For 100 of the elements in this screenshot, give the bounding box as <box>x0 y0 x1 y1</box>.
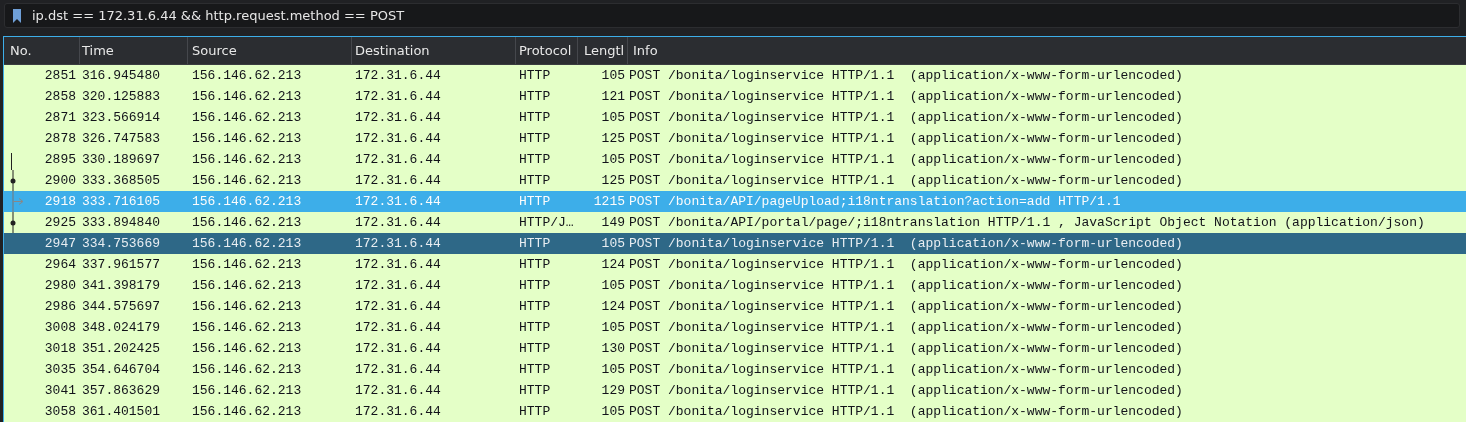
table-cell-text: 156.146.62.213 <box>191 277 303 295</box>
table-cell-text: 125 <box>600 172 626 190</box>
table-cell-text: HTTP <box>518 319 552 337</box>
table-cell-text: 348.024179 <box>81 319 161 337</box>
packet-row[interactable]: 2871 323.566914 156.146.62.213 172.31.6.44 HTTP 105 POST /bonita/loginservice HTTP/1.1 (application/x-www-form-urlencoded) <box>4 107 1466 128</box>
column-header[interactable]: Time <box>80 37 188 64</box>
table-cell-text: 172.31.6.44 <box>354 88 442 106</box>
column-header[interactable]: Destination <box>352 37 516 64</box>
table-cell-text: POST /bonita/loginservice HTTP/1.1 (application/x-www-form-urlencoded) <box>628 109 1184 127</box>
table-cell-text: 130 <box>600 340 626 358</box>
table-cell-text: 156.146.62.213 <box>191 340 303 358</box>
table-cell-text: HTTP <box>518 340 552 358</box>
column-header[interactable]: Protocol <box>516 37 578 64</box>
packet-row[interactable]: 3018 351.202425 156.146.62.213 172.31.6.44 HTTP 130 POST /bonita/loginservice HTTP/1.1 (application/x-www-form-urlencoded) <box>4 338 1466 359</box>
table-cell-text: 156.146.62.213 <box>191 403 303 421</box>
table-cell-text: 129 <box>600 382 626 400</box>
packet-row[interactable]: 2980 341.398179 156.146.62.213 172.31.6.44 HTTP 105 POST /bonita/loginservice HTTP/1.1 (application/x-www-form-urlencoded) <box>4 275 1466 296</box>
table-cell-text: 337.961577 <box>81 256 161 274</box>
table-cell-text: POST /bonita/API/portal/page/;i18ntranslation HTTP/1.1 , JavaScript Object Notation (application/json) <box>628 214 1426 232</box>
table-cell-text: 156.146.62.213 <box>191 88 303 106</box>
table-cell-text: 3035 <box>43 361 77 379</box>
table-cell-text: 2871 <box>43 109 77 127</box>
table-cell-text: 105 <box>600 319 626 337</box>
table-cell-text: POST /bonita/loginservice HTTP/1.1 (application/x-www-form-urlencoded) <box>628 88 1184 106</box>
table-cell-text: 172.31.6.44 <box>354 235 442 253</box>
packet-row[interactable]: 3035 354.646704 156.146.62.213 172.31.6.44 HTTP 105 POST /bonita/loginservice HTTP/1.1 (application/x-www-form-urlencoded) <box>4 359 1466 380</box>
table-cell-text: POST /bonita/loginservice HTTP/1.1 (application/x-www-form-urlencoded) <box>628 130 1184 148</box>
table-cell-text: 2900 <box>43 172 77 190</box>
column-header[interactable]: Lengtl <box>578 37 628 64</box>
table-cell-text: 172.31.6.44 <box>354 319 442 337</box>
table-cell-text: 156.146.62.213 <box>191 298 303 316</box>
packet-row[interactable]: 2925 333.894840 156.146.62.213 172.31.6.44 HTTP/J… 149 POST /bonita/API/portal/page/;i18ntranslation HTTP/1.1 , JavaScript Object Notation (application/json) <box>4 212 1466 233</box>
packet-row[interactable]: 2858 320.125883 156.146.62.213 172.31.6.44 HTTP 121 POST /bonita/loginservice HTTP/1.1 (application/x-www-form-urlencoded) <box>4 86 1466 107</box>
column-header[interactable]: No. <box>4 37 80 64</box>
table-cell-text: 105 <box>600 361 626 379</box>
table-cell-text: 156.146.62.213 <box>191 109 303 127</box>
packet-row[interactable]: 2964 337.961577 156.146.62.213 172.31.6.44 HTTP 124 POST /bonita/loginservice HTTP/1.1 (application/x-www-form-urlencoded) <box>4 254 1466 275</box>
table-cell-text: 156.146.62.213 <box>191 235 303 253</box>
table-cell-text: 334.753669 <box>81 235 161 253</box>
table-cell-text: HTTP <box>518 88 552 106</box>
table-cell-text: POST /bonita/loginservice HTTP/1.1 (application/x-www-form-urlencoded) <box>628 340 1184 358</box>
table-cell-text: POST /bonita/loginservice HTTP/1.1 (application/x-www-form-urlencoded) <box>628 67 1184 85</box>
packet-row[interactable]: 2851 316.945480 156.146.62.213 172.31.6.44 HTTP 105 POST /bonita/loginservice HTTP/1.1 (application/x-www-form-urlencoded) <box>4 65 1466 86</box>
table-cell-text: 3041 <box>43 382 77 400</box>
table-cell-text: 172.31.6.44 <box>354 130 442 148</box>
table-cell-text: POST /bonita/API/pageUpload;i18ntranslation?action=add HTTP/1.1 <box>628 193 1122 211</box>
table-cell-text: 2895 <box>43 151 77 169</box>
table-cell-text: 333.894840 <box>81 214 161 232</box>
table-cell-text: HTTP <box>518 277 552 295</box>
table-cell-text: HTTP <box>518 67 552 85</box>
table-cell-text: HTTP <box>518 235 552 253</box>
table-cell-text: 333.368505 <box>81 172 161 190</box>
packet-row[interactable]: 2878 326.747583 156.146.62.213 172.31.6.44 HTTP 125 POST /bonita/loginservice HTTP/1.1 (application/x-www-form-urlencoded) <box>4 128 1466 149</box>
table-cell-text: POST /bonita/loginservice HTTP/1.1 (application/x-www-form-urlencoded) <box>628 235 1184 253</box>
table-cell-text: 2918 <box>43 193 77 211</box>
table-cell-text: 330.189697 <box>81 151 161 169</box>
table-cell-text: 326.747583 <box>81 130 161 148</box>
table-cell-text: 121 <box>600 88 626 106</box>
table-cell-text: 156.146.62.213 <box>191 382 303 400</box>
table-cell-text: 105 <box>600 403 626 421</box>
table-cell-text: 2858 <box>43 88 77 106</box>
table-cell-text: 354.646704 <box>81 361 161 379</box>
packet-row[interactable]: 3008 348.024179 156.146.62.213 172.31.6.44 HTTP 105 POST /bonita/loginservice HTTP/1.1 (application/x-www-form-urlencoded) <box>4 317 1466 338</box>
column-header[interactable]: Source <box>188 37 352 64</box>
column-header[interactable]: Info <box>628 37 1466 64</box>
table-cell-text: POST /bonita/loginservice HTTP/1.1 (application/x-www-form-urlencoded) <box>628 151 1184 169</box>
packet-row[interactable]: 2947 334.753669 156.146.62.213 172.31.6.44 HTTP 105 POST /bonita/loginservice HTTP/1.1 (application/x-www-form-urlencoded) <box>4 233 1466 254</box>
table-cell-text: 156.146.62.213 <box>191 172 303 190</box>
table-cell-text: 156.146.62.213 <box>191 319 303 337</box>
table-cell-text: HTTP/J… <box>518 214 575 232</box>
packet-row[interactable]: 2900 333.368505 156.146.62.213 172.31.6.44 HTTP 125 POST /bonita/loginservice HTTP/1.1 (application/x-www-form-urlencoded) <box>4 170 1466 191</box>
table-cell-text: 344.575697 <box>81 298 161 316</box>
table-cell-text: 361.401501 <box>81 403 161 421</box>
table-cell-text: HTTP <box>518 256 552 274</box>
table-cell-text: POST /bonita/loginservice HTTP/1.1 (application/x-www-form-urlencoded) <box>628 172 1184 190</box>
table-cell-text: 172.31.6.44 <box>354 193 442 211</box>
packet-row[interactable]: 2986 344.575697 156.146.62.213 172.31.6.44 HTTP 124 POST /bonita/loginservice HTTP/1.1 (application/x-www-form-urlencoded) <box>4 296 1466 317</box>
bookmark-icon[interactable] <box>13 9 21 23</box>
packet-row[interactable]: 3041 357.863629 156.146.62.213 172.31.6.44 HTTP 129 POST /bonita/loginservice HTTP/1.1 (application/x-www-form-urlencoded) <box>4 380 1466 401</box>
table-cell-text: 320.125883 <box>81 88 161 106</box>
table-cell-text: 351.202425 <box>81 340 161 358</box>
table-cell-text: 2851 <box>43 67 77 85</box>
table-cell-text: 105 <box>600 109 626 127</box>
table-cell-text: 3008 <box>43 319 77 337</box>
table-cell-text: 1215 <box>592 193 626 211</box>
table-cell-text: HTTP <box>518 298 552 316</box>
table-cell-text: 3018 <box>43 340 77 358</box>
packet-row[interactable]: 2895 330.189697 156.146.62.213 172.31.6.44 HTTP 105 POST /bonita/loginservice HTTP/1.1 (application/x-www-form-urlencoded) <box>4 149 1466 170</box>
table-cell-text: 105 <box>600 67 626 85</box>
table-cell-text: 357.863629 <box>81 382 161 400</box>
display-filter-field[interactable]: ip.dst == 172.31.6.44 && http.request.method == POST <box>4 3 1460 28</box>
packet-row[interactable]: 3058 361.401501 156.146.62.213 172.31.6.44 HTTP 105 POST /bonita/loginservice HTTP/1.1 (application/x-www-form-urlencoded) <box>4 401 1466 422</box>
table-cell-text: HTTP <box>518 172 552 190</box>
table-cell-text: 124 <box>600 256 626 274</box>
table-cell-text: HTTP <box>518 382 552 400</box>
table-cell-text: POST /bonita/loginservice HTTP/1.1 (application/x-www-form-urlencoded) <box>628 256 1184 274</box>
table-cell-text: HTTP <box>518 151 552 169</box>
table-cell-text: 156.146.62.213 <box>191 361 303 379</box>
table-cell-text: 341.398179 <box>81 277 161 295</box>
table-cell-text: 156.146.62.213 <box>191 214 303 232</box>
